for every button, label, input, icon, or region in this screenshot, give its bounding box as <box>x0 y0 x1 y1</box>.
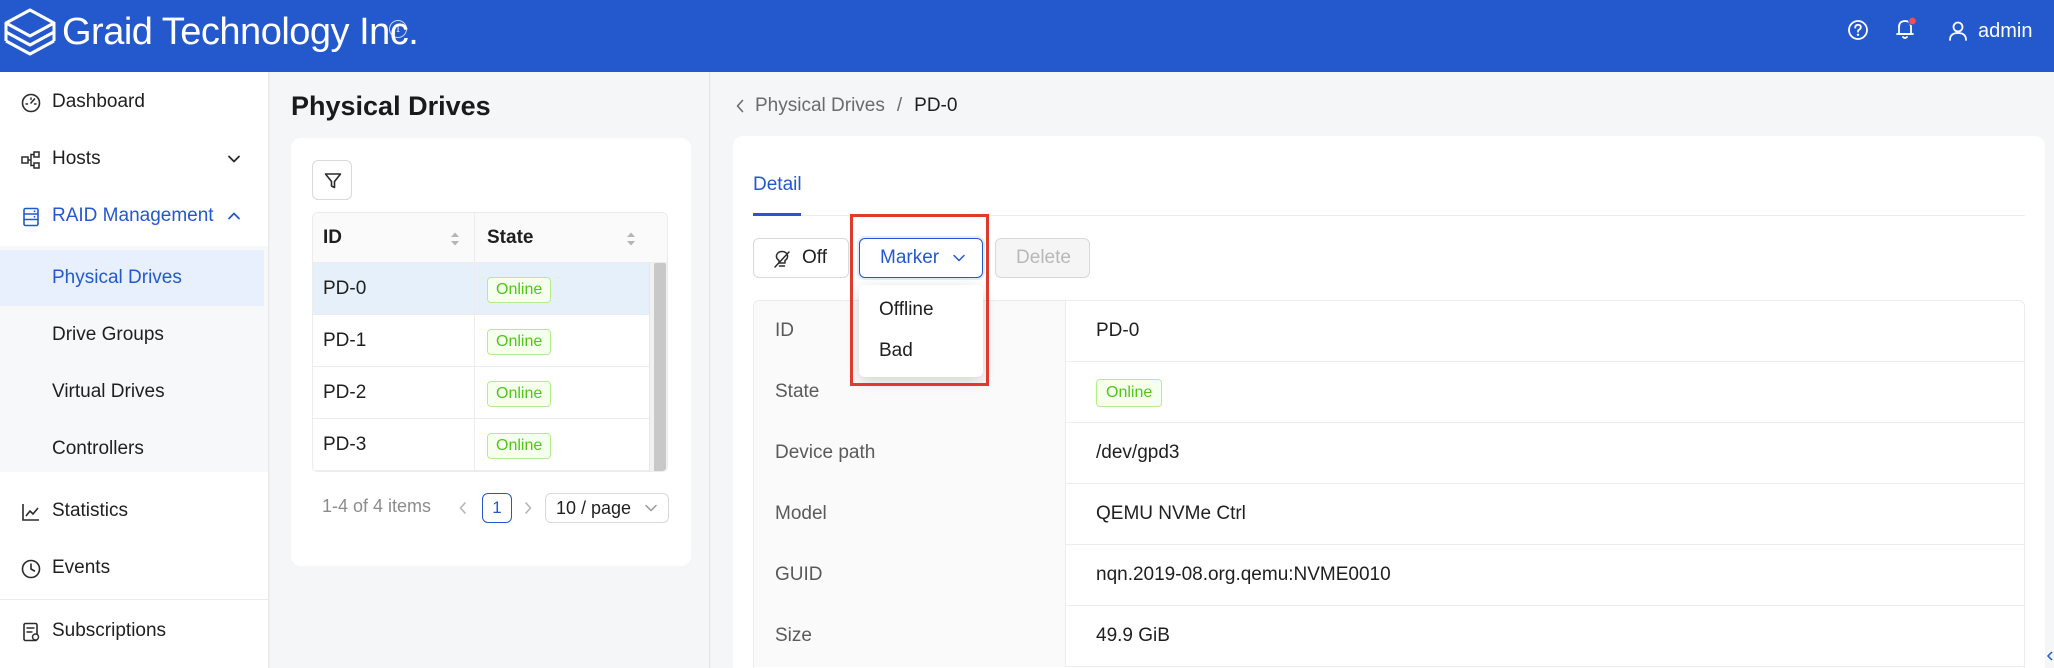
subscriptions-icon <box>23 622 40 642</box>
sidebar-item-label: Dashboard <box>52 91 145 112</box>
resize-handle-icon <box>2046 651 2053 661</box>
breadcrumb-physical-drives[interactable]: Physical Drives <box>755 95 885 117</box>
sidebar-item-physical-drives[interactable]: Physical Drives <box>0 250 264 306</box>
chevron-left-icon[interactable] <box>735 98 745 114</box>
drives-table: ID State PD-0 Online PD-1 Online PD-2 On… <box>312 212 668 472</box>
property-label: Device path <box>754 423 1066 484</box>
property-row: Size 49.9 GiB <box>754 606 2024 667</box>
sidebar-divider <box>0 599 268 600</box>
pagination-prev-icon[interactable] <box>457 500 469 516</box>
pagination-current-page[interactable]: 1 <box>482 493 512 523</box>
info-icon[interactable]: i <box>389 20 407 38</box>
sidebar-item-statistics[interactable]: Statistics <box>0 483 264 539</box>
pagination-total: 1-4 of 4 items <box>322 496 432 516</box>
table-row[interactable]: PD-1 Online <box>313 315 649 367</box>
question-circle-icon[interactable] <box>1847 19 1869 41</box>
clock-icon <box>21 559 41 579</box>
breadcrumb-current: PD-0 <box>914 95 958 116</box>
chevron-up-icon <box>228 212 240 220</box>
sidebar-item-label: Drive Groups <box>52 324 164 345</box>
led-off-button[interactable]: Off <box>753 238 849 278</box>
property-value: /dev/gpd3 <box>1096 442 1180 463</box>
table-row[interactable]: PD-2 Online <box>313 367 649 419</box>
status-badge: Online <box>487 277 552 303</box>
scrollbar-thumb[interactable] <box>654 263 666 471</box>
sort-icon[interactable] <box>625 230 637 248</box>
delete-button[interactable]: Delete <box>995 238 1090 278</box>
chevron-down-icon <box>645 504 657 512</box>
drive-id: PD-0 <box>323 278 367 299</box>
filter-icon <box>324 173 342 189</box>
user-menu[interactable]: admin <box>1948 18 2032 44</box>
tab-detail[interactable]: Detail <box>753 174 802 196</box>
raid-icon <box>23 207 39 227</box>
column-header-state[interactable]: State <box>487 213 533 263</box>
page-title: Physical Drives <box>291 91 491 121</box>
property-label: GUID <box>754 545 1066 606</box>
tab-active-indicator <box>753 213 801 216</box>
sidebar-item-raid-management[interactable]: RAID Management <box>0 188 264 244</box>
drive-id: PD-1 <box>323 330 367 351</box>
chart-line-icon <box>22 504 39 521</box>
table-scrollbar[interactable] <box>649 263 667 471</box>
sidebar-item-label: Hosts <box>52 148 101 169</box>
table-row[interactable]: PD-0 Online <box>313 263 649 315</box>
property-value: QEMU NVMe Ctrl <box>1096 503 1246 524</box>
user-icon <box>1949 21 1967 41</box>
page-size-select[interactable]: 10 / page <box>545 493 669 523</box>
led-off-label: Off <box>802 247 827 268</box>
bell-icon[interactable] <box>1893 16 1919 42</box>
top-header: Graid Technology Inc. i admin <box>0 0 2054 72</box>
sidebar-item-subscriptions[interactable]: Subscriptions <box>0 603 264 659</box>
sidebar-item-virtual-drives[interactable]: Virtual Drives <box>0 364 264 420</box>
sidebar-item-label: Statistics <box>52 500 129 521</box>
sidebar-item-label: Controllers <box>52 438 144 459</box>
property-row: Device path /dev/gpd3 <box>754 423 2024 484</box>
delete-label: Delete <box>1016 247 1071 268</box>
dashboard-icon <box>21 93 41 113</box>
column-header-id[interactable]: ID <box>323 213 342 263</box>
notification-dot <box>1908 16 1917 26</box>
sidebar-item-hosts[interactable]: Hosts <box>0 131 264 187</box>
status-badge: Online <box>487 433 552 459</box>
sidebar-item-dashboard[interactable]: Dashboard <box>0 74 264 130</box>
status-badge: Online <box>487 329 552 355</box>
username: admin <box>1978 19 2033 42</box>
chevron-down-icon <box>228 155 240 163</box>
hosts-icon <box>21 151 40 169</box>
table-row[interactable]: PD-3 Online <box>313 419 649 471</box>
drive-id: PD-2 <box>323 382 367 403</box>
sidebar-item-drive-groups[interactable]: Drive Groups <box>0 307 264 363</box>
sort-icon[interactable] <box>449 230 461 248</box>
sidebar-item-label: RAID Management <box>52 205 214 226</box>
breadcrumb: Physical Drives / PD-0 <box>735 95 957 117</box>
highlight-box <box>850 214 989 386</box>
property-label: Size <box>754 606 1066 667</box>
filter-button[interactable] <box>312 160 352 200</box>
status-badge: Online <box>1096 379 1163 407</box>
sidebar-item-events[interactable]: Events <box>0 540 264 596</box>
page-size-value: 10 / page <box>556 498 632 518</box>
sidebar-item-label: Virtual Drives <box>52 381 165 402</box>
sidebar-item-label: Subscriptions <box>52 620 167 641</box>
property-value: PD-0 <box>1096 320 1140 341</box>
graid-logo-icon <box>4 8 56 56</box>
pagination-next-icon[interactable] <box>522 500 534 516</box>
status-badge: Online <box>487 381 552 407</box>
table-header: ID State <box>313 213 667 263</box>
property-row: GUID nqn.2019-08.org.qemu:NVME0010 <box>754 545 2024 606</box>
brand-name[interactable]: Graid Technology Inc. <box>62 8 419 56</box>
drive-id: PD-3 <box>323 434 367 455</box>
column-divider <box>474 213 475 471</box>
breadcrumb-separator: / <box>896 95 903 116</box>
sidebar-item-label: Physical Drives <box>52 267 182 288</box>
sidebar-item-label: Events <box>52 557 111 578</box>
property-row: Model QEMU NVMe Ctrl <box>754 484 2024 545</box>
property-value: nqn.2019-08.org.qemu:NVME0010 <box>1096 564 1391 585</box>
bulb-off-icon <box>774 250 790 268</box>
property-label: Model <box>754 484 1066 545</box>
property-value: 49.9 GiB <box>1096 625 1170 646</box>
sidebar-item-controllers[interactable]: Controllers <box>0 421 264 477</box>
